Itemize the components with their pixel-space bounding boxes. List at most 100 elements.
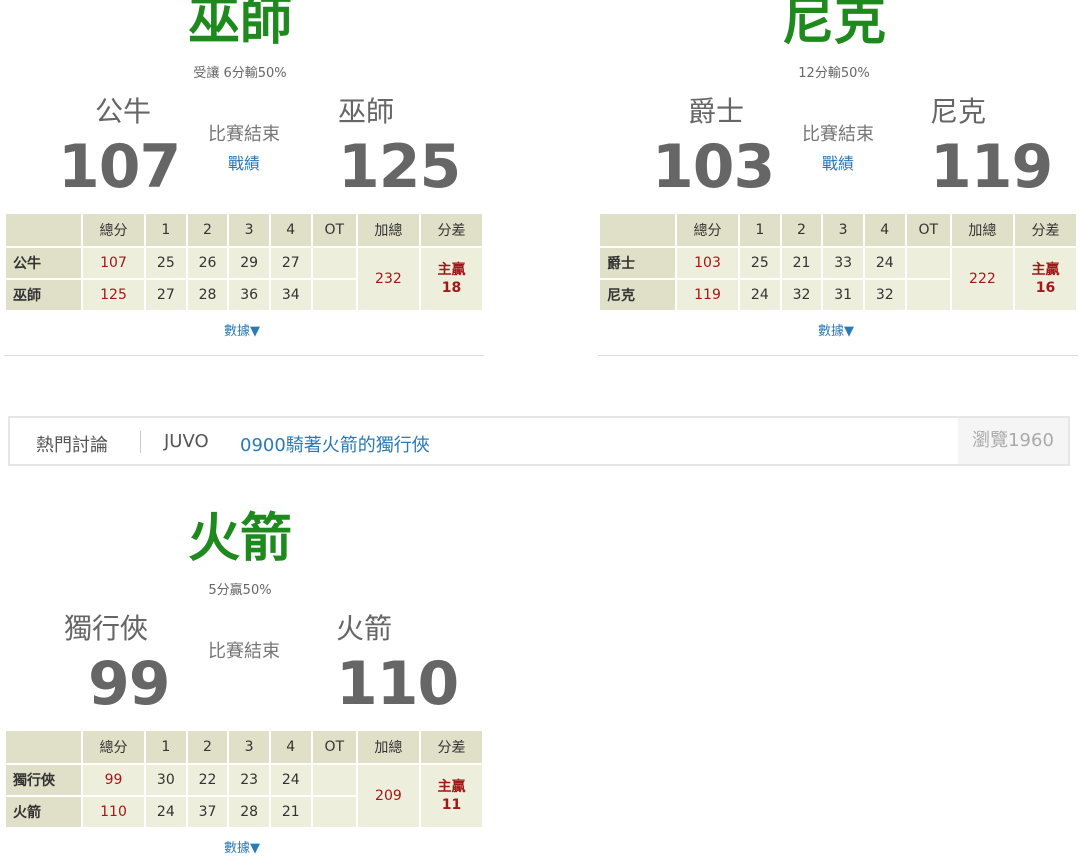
- header-cell: 加總: [355, 729, 421, 765]
- table-header-row: 總分 1 2 3 4 OT 加總 分差: [4, 212, 485, 248]
- spread-result: 12分輸50%: [798, 66, 870, 81]
- table-row: 獨行俠 99 30 22 23 24 209 主贏 11: [4, 763, 485, 829]
- more-data-toggle[interactable]: 數據▼: [0, 320, 484, 339]
- header-cell: 2: [779, 212, 824, 248]
- quarter-cell: 32: [862, 278, 907, 312]
- header-cell: 加總: [355, 212, 421, 248]
- header-cell: [4, 212, 83, 248]
- game-status: 比賽結束: [208, 641, 280, 662]
- game-card-1: 巫師 受讓 6分輸50% 公牛 107 比賽結束 戰績 巫師 125 總分 1 …: [0, 0, 485, 356]
- diff-cell: 主贏 11: [418, 763, 485, 829]
- home-team-score: 125: [338, 132, 461, 202]
- header-cell: 總分: [80, 212, 147, 248]
- more-data-toggle[interactable]: 數據▼: [594, 320, 1078, 339]
- home-team-name: 尼克: [930, 95, 987, 128]
- divider: [598, 355, 1078, 356]
- aggregate-cell: 232: [355, 246, 421, 312]
- home-team-score: 110: [336, 649, 459, 719]
- total-cell: 125: [80, 278, 147, 312]
- header-cell: 1: [738, 212, 782, 248]
- diff-cell: 主贏 18: [418, 246, 485, 312]
- header-cell: 總分: [80, 729, 147, 765]
- quarter-cell: 27: [144, 278, 188, 312]
- away-team-name: 爵士: [688, 95, 745, 128]
- header-cell: 4: [268, 729, 313, 765]
- team-cell: 巫師: [4, 278, 83, 312]
- total-cell: 110: [80, 795, 147, 829]
- diff-value: 18: [441, 280, 462, 296]
- quarter-cell: 23: [227, 763, 271, 797]
- header-cell: 2: [185, 729, 230, 765]
- divider: [4, 355, 484, 356]
- ot-cell: [310, 795, 358, 829]
- header-cell: OT: [904, 212, 952, 248]
- quarter-cell: 28: [185, 278, 230, 312]
- quarter-cell: 21: [779, 246, 824, 280]
- box-score-table: 總分 1 2 3 4 OT 加總 分差 公牛 107 25 26 29 27 2…: [4, 212, 485, 312]
- header-cell: 3: [821, 212, 865, 248]
- quarter-cell: 30: [144, 763, 188, 797]
- header-cell: 3: [227, 212, 271, 248]
- record-link[interactable]: 戰績: [174, 150, 314, 174]
- table-header-row: 總分 1 2 3 4 OT 加總 分差: [598, 212, 1079, 248]
- quarter-cell: 34: [268, 278, 313, 312]
- header-cell: 分差: [1012, 212, 1079, 248]
- quarter-cell: 29: [227, 246, 271, 280]
- quarter-cell: 24: [144, 795, 188, 829]
- separator: [140, 431, 141, 453]
- total-cell: 107: [80, 246, 147, 280]
- team-cell: 獨行俠: [4, 763, 83, 797]
- spread-result: 5分贏50%: [208, 583, 272, 598]
- aggregate-cell: 222: [949, 246, 1015, 312]
- post-title-link[interactable]: 0900騎著火箭的獨行俠: [240, 431, 430, 457]
- quarter-cell: 24: [862, 246, 907, 280]
- spread-result: 受讓 6分輸50%: [193, 66, 287, 81]
- hot-discussion-bar: 熱門討論 JUVO 0900騎著火箭的獨行俠 瀏覽1960: [8, 416, 1070, 466]
- game-card-2: 尼克 12分輸50% 爵士 103 比賽結束 戰績 尼克 119 總分 1 2 …: [594, 0, 1079, 356]
- quarter-cell: 21: [268, 795, 313, 829]
- header-cell: OT: [310, 729, 358, 765]
- box-score-table: 總分 1 2 3 4 OT 加總 分差 爵士 103 25 21 33 24 2…: [598, 212, 1079, 312]
- hot-discussion-label: 熱門討論: [36, 435, 108, 456]
- game-status: 比賽結束: [802, 124, 874, 145]
- header-cell: 2: [185, 212, 230, 248]
- header-cell: 1: [144, 212, 188, 248]
- header-cell: 加總: [949, 212, 1015, 248]
- total-cell: 103: [674, 246, 741, 280]
- header-cell: 總分: [674, 212, 741, 248]
- ot-cell: [310, 246, 358, 280]
- total-cell: 119: [674, 278, 741, 312]
- quarter-cell: 27: [268, 246, 313, 280]
- quarter-cell: 26: [185, 246, 230, 280]
- team-cell: 火箭: [4, 795, 83, 829]
- quarter-cell: 25: [144, 246, 188, 280]
- team-cell: 尼克: [598, 278, 677, 312]
- more-data-toggle[interactable]: 數據▼: [0, 837, 484, 856]
- header-cell: [4, 729, 83, 765]
- header-cell: OT: [310, 212, 358, 248]
- header-cell: 4: [268, 212, 313, 248]
- quarter-cell: 25: [738, 246, 782, 280]
- quarter-cell: 24: [738, 278, 782, 312]
- winner-name: 火箭: [187, 509, 292, 569]
- table-row: 爵士 103 25 21 33 24 222 主贏 16: [598, 246, 1079, 312]
- quarter-cell: 28: [227, 795, 271, 829]
- total-cell: 99: [80, 763, 147, 797]
- quarter-cell: 22: [185, 763, 230, 797]
- ot-cell: [904, 278, 952, 312]
- box-score-table: 總分 1 2 3 4 OT 加總 分差 獨行俠 99 30 22 23 24 2…: [4, 729, 485, 829]
- home-team-name: 火箭: [336, 612, 393, 645]
- quarter-cell: 32: [779, 278, 824, 312]
- post-author[interactable]: JUVO: [164, 431, 209, 452]
- header-cell: 4: [862, 212, 907, 248]
- record-link[interactable]: 戰績: [768, 150, 908, 174]
- game-status: 比賽結束: [208, 124, 280, 145]
- diff-value: 16: [1035, 280, 1056, 296]
- table-header-row: 總分 1 2 3 4 OT 加總 分差: [4, 729, 485, 765]
- header-cell: 3: [227, 729, 271, 765]
- quarter-cell: 37: [185, 795, 230, 829]
- diff-label: 主贏: [437, 779, 466, 795]
- view-count: 瀏覽1960: [958, 418, 1068, 464]
- team-cell: 公牛: [4, 246, 83, 280]
- away-team-score: 103: [652, 132, 775, 202]
